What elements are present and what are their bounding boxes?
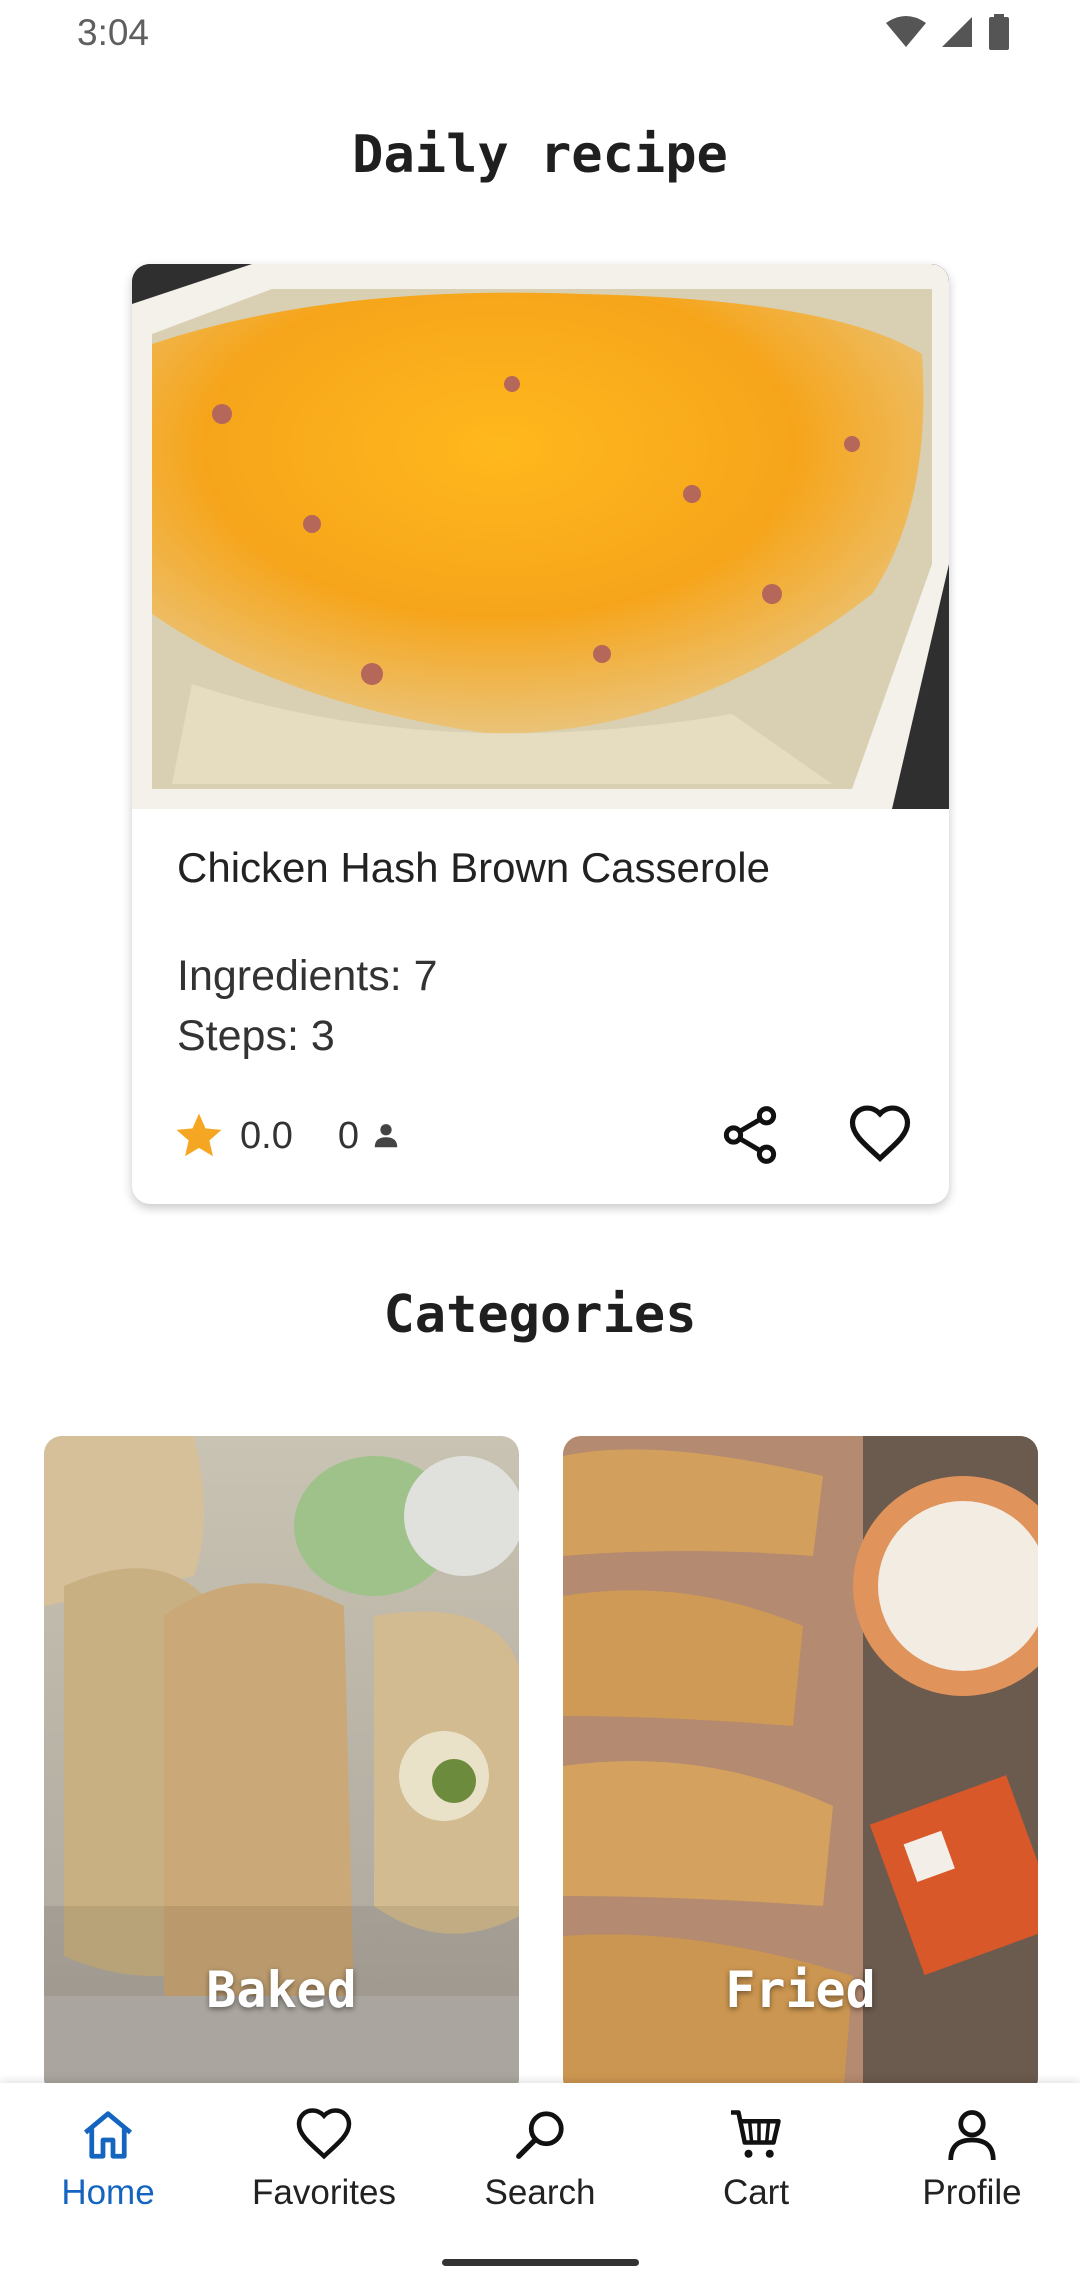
nav-favorites[interactable]: Favorites — [224, 2105, 424, 2225]
nav-cart[interactable]: Cart — [656, 2105, 856, 2225]
nav-search[interactable]: Search — [440, 2105, 640, 2225]
nav-favorites-label: Favorites — [252, 2173, 396, 2212]
heart-icon — [296, 2108, 352, 2160]
ingredients-count: Ingredients: 7 — [177, 952, 438, 1000]
nav-profile[interactable]: Profile — [872, 2105, 1072, 2225]
category-card-fried[interactable]: Fried — [563, 1436, 1038, 2096]
recipe-image — [132, 264, 949, 809]
rating-row: 0.0 0 — [172, 1106, 401, 1166]
category-label-fried: Fried — [725, 1961, 876, 2019]
nav-home-label: Home — [61, 2173, 155, 2212]
share-icon — [723, 1106, 777, 1164]
person-icon — [374, 1124, 398, 1148]
rating-value: 0.0 — [240, 1114, 293, 1157]
nav-search-label: Search — [484, 2173, 596, 2212]
cart-icon — [731, 2110, 781, 2158]
status-icons — [886, 14, 1010, 50]
wifi-icon — [886, 16, 926, 47]
share-button[interactable] — [717, 1102, 783, 1168]
recipe-name: Chicken Hash Brown Casserole — [177, 844, 770, 891]
steps-count: Steps: 3 — [177, 1012, 335, 1060]
recipe-meta: Ingredients: 7 Steps: 3 — [177, 946, 438, 1066]
battery-icon — [989, 14, 1009, 50]
bottom-navigation: Home Favorites Search Cart Profile — [0, 2083, 1080, 2280]
person-icon — [948, 2110, 996, 2161]
status-bar: 3:04 — [0, 0, 1080, 70]
category-label-baked: Baked — [206, 1961, 357, 2019]
search-icon — [516, 2111, 564, 2159]
favorite-button[interactable] — [847, 1102, 913, 1168]
gesture-bar[interactable] — [442, 2259, 639, 2266]
status-time: 3:04 — [77, 12, 150, 53]
home-icon — [83, 2111, 133, 2159]
nav-home[interactable]: Home — [8, 2105, 208, 2225]
daily-recipe-title: Daily recipe — [352, 125, 728, 185]
categories-title: Categories — [383, 1285, 697, 1345]
reviews-count: 0 — [337, 1114, 359, 1157]
category-card-baked[interactable]: Baked — [44, 1436, 519, 2096]
signal-icon — [942, 17, 972, 47]
nav-profile-label: Profile — [922, 2173, 1022, 2212]
heart-icon — [849, 1105, 911, 1162]
star-icon — [176, 1113, 222, 1157]
daily-recipe-card[interactable]: Chicken Hash Brown Casserole Ingredients… — [132, 264, 949, 1204]
nav-cart-label: Cart — [722, 2173, 790, 2212]
